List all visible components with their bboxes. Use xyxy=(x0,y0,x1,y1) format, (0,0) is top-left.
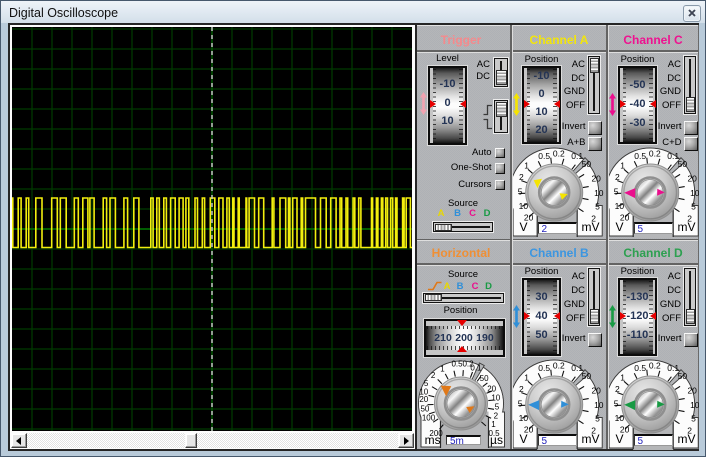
svg-text:5: 5 xyxy=(614,186,619,196)
svg-text:0.2: 0.2 xyxy=(649,148,661,158)
svg-text:10: 10 xyxy=(690,400,699,410)
svg-text:20: 20 xyxy=(687,173,697,183)
svg-text:1: 1 xyxy=(620,372,625,382)
svg-text:2: 2 xyxy=(615,384,620,394)
svg-text:5: 5 xyxy=(691,201,696,211)
svg-text:50: 50 xyxy=(420,404,429,413)
svg-text:2: 2 xyxy=(493,411,498,420)
svg-text:10: 10 xyxy=(594,187,604,197)
svg-text:0.5: 0.5 xyxy=(538,151,550,161)
svg-text:5: 5 xyxy=(518,398,523,408)
svg-text:0.2: 0.2 xyxy=(553,148,565,158)
svg-text:50: 50 xyxy=(677,158,687,168)
svg-text:50: 50 xyxy=(677,371,687,381)
svg-text:0.1: 0.1 xyxy=(470,363,482,372)
svg-text:5: 5 xyxy=(595,201,600,211)
svg-text:10: 10 xyxy=(690,187,699,197)
svg-text:5: 5 xyxy=(614,398,619,408)
svg-text:0.5: 0.5 xyxy=(538,363,550,373)
svg-text:50: 50 xyxy=(581,158,591,168)
svg-text:100: 100 xyxy=(421,413,435,422)
svg-text:10: 10 xyxy=(594,400,604,410)
svg-text:5: 5 xyxy=(595,413,600,423)
svg-text:1: 1 xyxy=(524,160,529,170)
svg-text:0.5: 0.5 xyxy=(634,151,646,161)
svg-text:5: 5 xyxy=(691,413,696,423)
svg-text:1: 1 xyxy=(491,420,496,429)
svg-text:50: 50 xyxy=(581,371,591,381)
svg-text:1: 1 xyxy=(524,372,529,382)
svg-text:5: 5 xyxy=(494,402,499,411)
svg-text:10: 10 xyxy=(419,387,428,396)
svg-text:0.2: 0.2 xyxy=(553,360,565,370)
svg-text:10: 10 xyxy=(491,393,500,402)
svg-text:2: 2 xyxy=(519,172,524,182)
svg-text:20: 20 xyxy=(487,384,496,393)
svg-text:5: 5 xyxy=(423,379,428,388)
svg-text:50: 50 xyxy=(479,373,488,382)
svg-text:20: 20 xyxy=(591,385,601,395)
svg-text:20: 20 xyxy=(591,173,601,183)
svg-text:0.5: 0.5 xyxy=(634,363,646,373)
svg-text:5: 5 xyxy=(518,186,523,196)
svg-text:0.2: 0.2 xyxy=(649,360,661,370)
svg-text:2: 2 xyxy=(615,172,620,182)
svg-text:0.5: 0.5 xyxy=(451,359,463,368)
svg-text:20: 20 xyxy=(687,385,697,395)
svg-text:1: 1 xyxy=(620,160,625,170)
svg-text:2: 2 xyxy=(430,370,435,379)
svg-text:1: 1 xyxy=(440,364,445,373)
svg-text:2: 2 xyxy=(519,384,524,394)
